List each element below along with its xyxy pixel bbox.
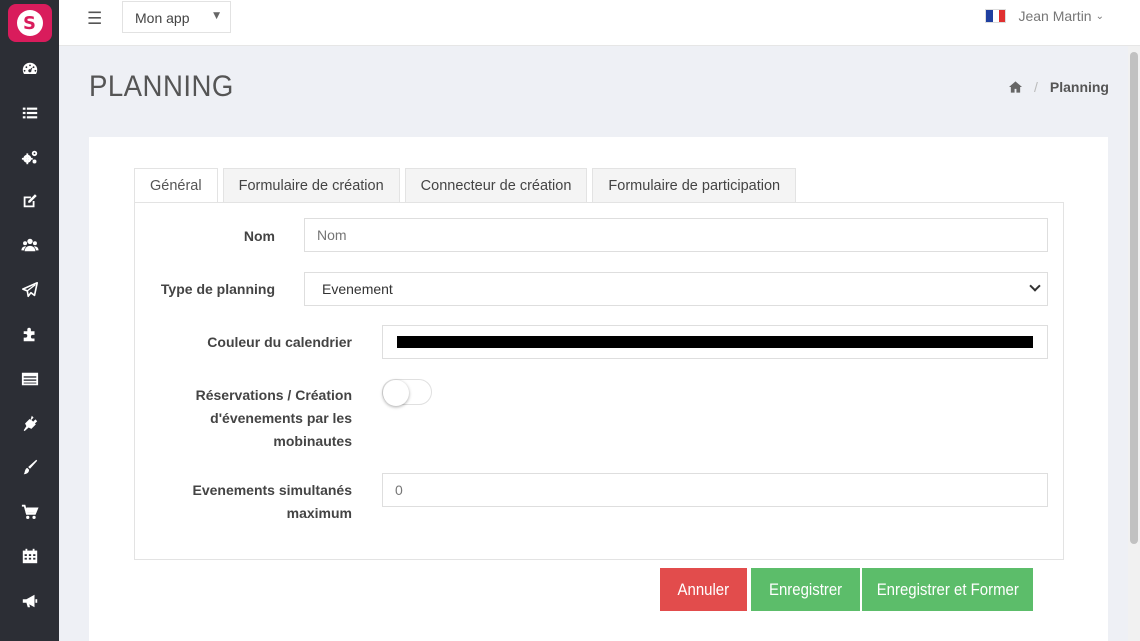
- reservations-label-line3: mobinautes: [273, 433, 352, 449]
- scrollbar-thumb[interactable]: [1130, 52, 1138, 544]
- type-label: Type de planning: [160, 281, 275, 297]
- tab-participation-form[interactable]: Formulaire de participation: [592, 168, 797, 203]
- breadcrumb: / Planning: [1008, 79, 1109, 95]
- sidebar-item-dashboard[interactable]: [0, 47, 59, 91]
- app-selector-value: Mon app: [135, 10, 190, 26]
- cancel-button-label: Annuler: [677, 579, 730, 599]
- logo-letter: S: [16, 10, 43, 36]
- user-name: Jean Martin: [1018, 8, 1092, 24]
- tabs: Général Formulaire de création Connecteu…: [134, 168, 801, 203]
- caret-down-icon: ▼: [213, 11, 220, 21]
- brush-icon: [23, 459, 37, 475]
- type-select[interactable]: Evenement: [304, 272, 1048, 306]
- puzzle-icon: [23, 327, 34, 342]
- simultanes-label-line1: Evenements simultanés: [192, 482, 352, 498]
- sidebar-item-list[interactable]: [0, 91, 59, 135]
- cancel-button[interactable]: Annuler: [660, 568, 747, 611]
- reservations-label-line1: Réservations / Création: [195, 387, 352, 403]
- plug-icon: [23, 415, 37, 432]
- page-scrollbar[interactable]: [1128, 46, 1140, 641]
- send-icon: [21, 281, 38, 298]
- logo-wrap: S: [0, 0, 59, 46]
- nom-label: Nom: [243, 228, 275, 244]
- list-icon: [22, 107, 37, 119]
- planning-card: Général Formulaire de création Connecteu…: [89, 137, 1108, 641]
- calendar-icon: [22, 548, 37, 564]
- save-button-label: Enregistrer: [768, 579, 843, 599]
- save-and-form-button-label: Enregistrer et Former: [876, 579, 1019, 599]
- sidebar-item-notifications[interactable]: [0, 579, 59, 623]
- tab-creation-form[interactable]: Formulaire de création: [222, 168, 400, 203]
- sidebar-item-settings[interactable]: [0, 135, 59, 179]
- tab-panel-general: Nom Type de planning Evenement Couleur d…: [134, 202, 1064, 560]
- color-swatch: [397, 336, 1033, 348]
- tab-creation-connector[interactable]: Connecteur de création: [404, 168, 588, 203]
- reservations-label: Réservations / Création d'évenements par…: [155, 384, 352, 453]
- simultanes-input[interactable]: 0: [382, 473, 1048, 507]
- app-logo[interactable]: S: [7, 4, 52, 42]
- sidebar-item-table[interactable]: [0, 357, 59, 401]
- simultanes-label: Evenements simultanés maximum: [155, 479, 352, 525]
- sidebar-item-shop[interactable]: [0, 490, 59, 534]
- sidebar-item-design[interactable]: [0, 445, 59, 489]
- reservations-toggle[interactable]: [382, 379, 432, 406]
- breadcrumb-separator: /: [1033, 79, 1038, 95]
- toggle-knob: [383, 380, 409, 406]
- reservations-label-line2: d'évenements par les: [210, 410, 352, 426]
- app-selector[interactable]: Mon app ▼: [122, 1, 231, 33]
- color-picker[interactable]: [382, 325, 1048, 359]
- edit-icon: [23, 194, 37, 208]
- sidebar-item-calendar[interactable]: [0, 534, 59, 578]
- users-icon: [20, 238, 39, 252]
- couleur-label: Couleur du calendrier: [207, 334, 352, 350]
- breadcrumb-current: Planning: [1049, 79, 1109, 95]
- save-button[interactable]: Enregistrer: [751, 568, 860, 611]
- sidebar-item-edit[interactable]: [0, 179, 59, 223]
- bullhorn-icon: [22, 594, 37, 608]
- chevron-down-icon: ⌄: [1095, 10, 1104, 22]
- sidebar-item-send[interactable]: [0, 268, 59, 312]
- chevron-down-icon: [1029, 280, 1041, 292]
- cogs-icon: [21, 150, 37, 165]
- nom-input[interactable]: [304, 218, 1048, 252]
- sidebar-item-modules[interactable]: [0, 312, 59, 356]
- french-flag-icon: [985, 9, 1007, 23]
- table-icon: [21, 372, 38, 386]
- user-menu[interactable]: Jean Martin ⌄: [985, 8, 1104, 24]
- topbar: ☰ Mon app ▼ Jean Martin ⌄: [59, 0, 1140, 46]
- sidebar-item-plugins[interactable]: [0, 401, 59, 445]
- home-icon[interactable]: [1008, 81, 1022, 93]
- sidebar-item-users[interactable]: [0, 223, 59, 267]
- simultanes-label-line2: maximum: [286, 505, 352, 521]
- dashboard-icon: [22, 62, 37, 74]
- save-and-form-button[interactable]: Enregistrer et Former: [862, 568, 1033, 611]
- cart-icon: [21, 504, 39, 520]
- page-title: PLANNING: [89, 70, 234, 103]
- menu-toggle-icon[interactable]: ☰: [87, 9, 102, 29]
- sidebar: S: [0, 0, 59, 641]
- type-select-value: Evenement: [322, 281, 393, 297]
- tab-general[interactable]: Général: [134, 168, 218, 203]
